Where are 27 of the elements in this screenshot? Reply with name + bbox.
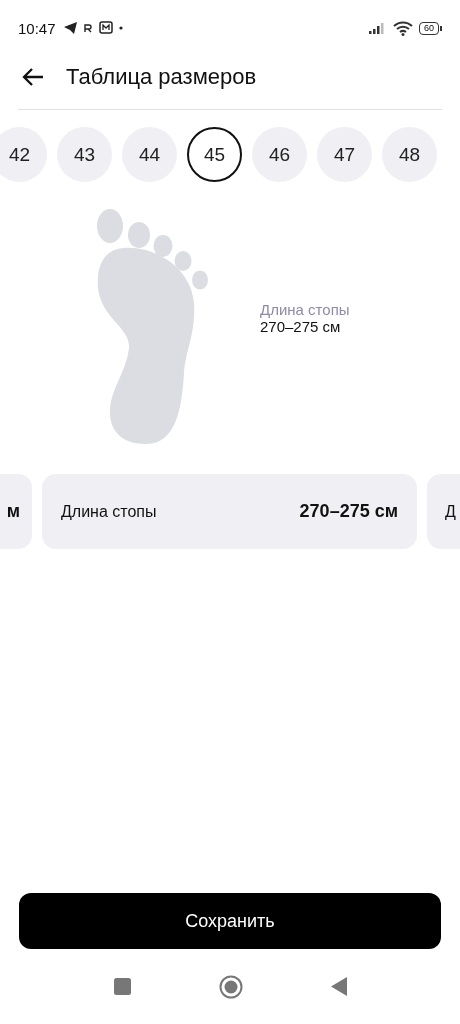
status-time: 10:47 bbox=[18, 19, 56, 37]
back-button[interactable] bbox=[22, 68, 44, 86]
back-nav-button[interactable] bbox=[330, 977, 347, 996]
size-chip[interactable]: 43 bbox=[57, 127, 112, 182]
battery-icon: 60 bbox=[419, 21, 442, 35]
recents-button[interactable] bbox=[113, 978, 131, 995]
foot-length-label: Длина стопы bbox=[260, 301, 350, 318]
foot-length-value: 270–275 см bbox=[260, 318, 342, 335]
card-label: Длина стопы bbox=[61, 502, 157, 521]
m-icon bbox=[98, 21, 113, 35]
r-icon bbox=[82, 23, 93, 33]
save-button[interactable]: Сохранить bbox=[19, 893, 441, 949]
page-title: Таблица размеров bbox=[66, 64, 257, 90]
size-chip[interactable]: 48 bbox=[382, 127, 437, 182]
size-chip[interactable]: 44 bbox=[122, 127, 177, 182]
dot-icon bbox=[118, 26, 123, 30]
home-button[interactable] bbox=[218, 974, 243, 999]
size-chip[interactable]: 42 bbox=[0, 127, 47, 182]
signal-icon bbox=[369, 22, 387, 34]
card-value: м bbox=[6, 501, 20, 522]
wifi-icon bbox=[393, 20, 413, 36]
send-icon bbox=[63, 22, 77, 34]
size-chip[interactable]: 46 bbox=[252, 127, 307, 182]
card-label: Д bbox=[445, 502, 456, 521]
size-chip[interactable]: 45 bbox=[187, 127, 242, 182]
size-chip[interactable]: 47 bbox=[317, 127, 372, 182]
card-value: 270–275 см bbox=[299, 501, 398, 522]
